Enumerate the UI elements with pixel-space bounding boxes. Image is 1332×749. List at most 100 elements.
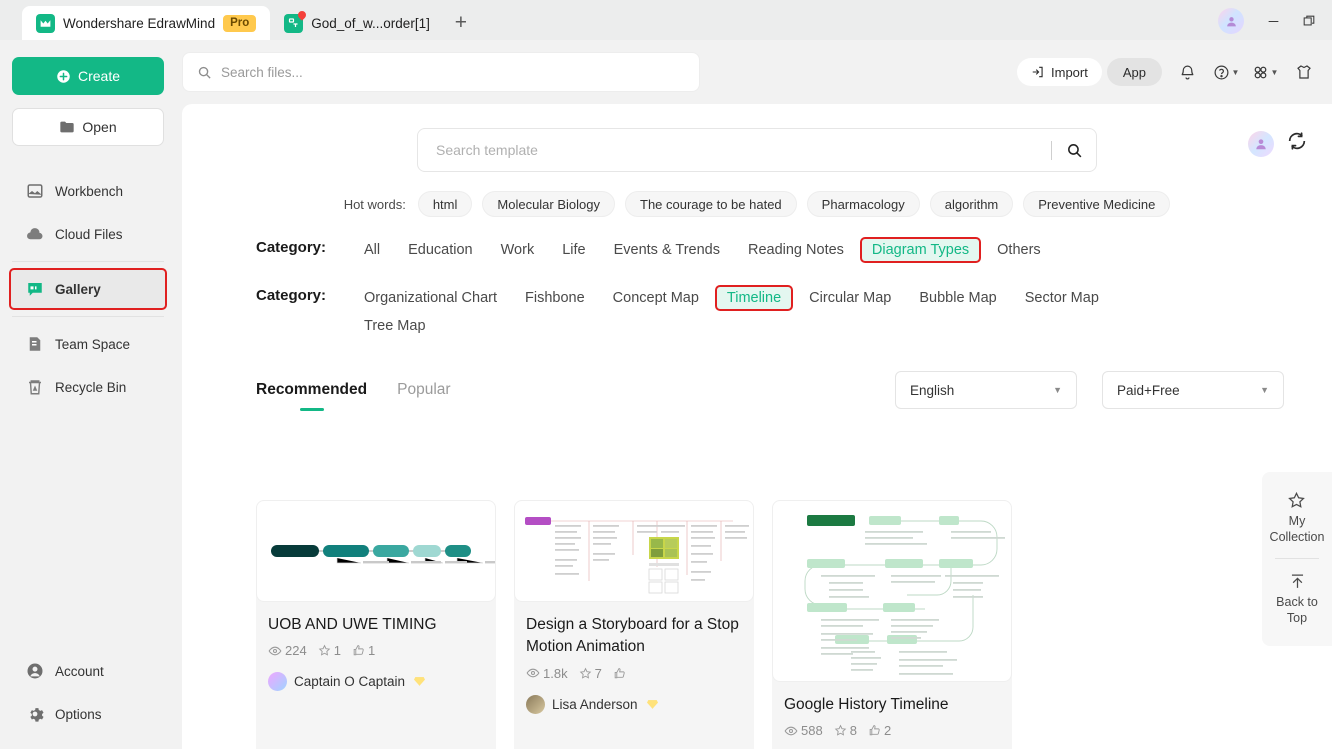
hot-word-chip[interactable]: The courage to be hated (625, 191, 797, 217)
help-icon[interactable]: ▼ (1212, 58, 1240, 86)
category-item-concept-map[interactable]: Concept Map (603, 287, 709, 309)
refresh-icon[interactable] (1286, 130, 1308, 157)
hot-word-chip[interactable]: algorithm (929, 191, 1014, 217)
category-item-organizational-chart[interactable]: Organizational Chart (354, 287, 507, 309)
template-author[interactable]: Captain O Captain (268, 672, 484, 692)
gallery-panel: Search template Hot words: html Molecula… (182, 104, 1332, 749)
views-stat: 224 (268, 643, 307, 658)
sidebar-item-cloud-files[interactable]: Cloud Files (10, 214, 166, 254)
views-count: 588 (801, 723, 823, 739)
sidebar-item-label: Recycle Bin (55, 379, 127, 395)
likes-stat: 1 (352, 643, 375, 658)
tab-recommended[interactable]: Recommended (256, 381, 367, 399)
eye-icon (784, 726, 798, 736)
template-stats: 224 1 1 (268, 643, 484, 658)
template-thumbnail[interactable] (772, 500, 1012, 682)
category-item-diagram-types[interactable]: Diagram Types (859, 237, 982, 263)
browser-tab-document[interactable]: God_of_w...order[1] (270, 6, 444, 40)
template-card[interactable]: Google History Timeline 588 8 2 (772, 500, 1012, 749)
hot-word-chip[interactable]: Molecular Biology (482, 191, 615, 217)
hot-word-chip[interactable]: Preventive Medicine (1023, 191, 1171, 217)
sidebar-item-workbench[interactable]: Workbench (10, 171, 166, 211)
stars-stat: 7 (579, 666, 602, 681)
category-item-timeline[interactable]: Timeline (714, 285, 794, 311)
shirt-icon[interactable] (1290, 58, 1318, 86)
price-select-value: Paid+Free (1117, 382, 1180, 398)
import-button[interactable]: Import (1017, 58, 1102, 86)
hot-word-chip[interactable]: html (417, 191, 473, 217)
tab-popular[interactable]: Popular (397, 381, 450, 399)
search-icon (198, 66, 211, 79)
hot-word-chip[interactable]: Pharmacology (806, 191, 920, 217)
category-primary-row: Category: All Education Work Life Events… (256, 217, 1332, 267)
pro-badge: Pro (223, 14, 257, 32)
category-item-tree-map[interactable]: Tree Map (354, 315, 1176, 337)
category-item-education[interactable]: Education (398, 239, 483, 261)
template-thumbnail[interactable] (514, 500, 754, 602)
sidebar-item-team-space[interactable]: Team Space (10, 324, 166, 364)
views-count: 224 (285, 643, 307, 659)
template-stats: 1.8k 7 (526, 666, 742, 681)
titlebar: Wondershare EdrawMind Pro God_of_w...ord… (0, 0, 1332, 40)
create-button[interactable]: Create (12, 57, 164, 95)
my-collection-label-1: My (1288, 514, 1306, 528)
template-search-placeholder: Search template (436, 142, 538, 158)
sidebar-item-account[interactable]: Account (10, 651, 166, 691)
avatar (526, 694, 545, 714)
template-title: Google History Timeline (784, 696, 949, 713)
grid-apps-icon[interactable]: ▼ (1251, 58, 1279, 86)
category-primary-items: All Education Work Life Events & Trends … (354, 237, 1059, 267)
sidebar-item-recycle-bin[interactable]: Recycle Bin (10, 367, 166, 407)
stars-count: 7 (594, 665, 602, 681)
sidebar-item-options[interactable]: Options (10, 694, 166, 734)
back-to-top-label-2: Top (1286, 610, 1308, 625)
template-search-input[interactable]: Search template (417, 128, 1097, 172)
avatar (268, 672, 287, 692)
category-item-events-trends[interactable]: Events & Trends (604, 239, 730, 261)
back-to-top-button[interactable]: Back to Top (1276, 563, 1318, 635)
template-card-body: UOB AND UWE TIMING 224 1 1 Captain O Cap… (256, 602, 496, 705)
new-tab-button[interactable]: + (444, 6, 478, 40)
stars-count: 8 (849, 723, 857, 739)
search-files-placeholder: Search files... (221, 64, 303, 80)
language-select[interactable]: English ▼ (895, 371, 1077, 409)
restore-button[interactable] (1292, 6, 1326, 36)
bell-icon[interactable] (1173, 58, 1201, 86)
search-files-input[interactable]: Search files... (182, 52, 700, 92)
category-item-sector-map[interactable]: Sector Map (1015, 287, 1109, 309)
open-button[interactable]: Open (12, 108, 164, 146)
my-collection-button[interactable]: My Collection (1269, 482, 1325, 554)
sidebar-item-gallery[interactable]: Gallery (9, 268, 167, 310)
template-card[interactable]: UOB AND UWE TIMING 224 1 1 Captain O Cap… (256, 500, 496, 749)
eye-icon (268, 646, 282, 656)
category-item-work[interactable]: Work (491, 239, 545, 261)
sidebar-item-label: Gallery (55, 281, 101, 297)
template-card[interactable]: Design a Storyboard for a Stop Motion An… (514, 500, 754, 749)
template-author[interactable]: Lisa Anderson (526, 694, 742, 714)
tab-label: God_of_w...order[1] (311, 15, 430, 31)
browser-tab-edrawmind[interactable]: Wondershare EdrawMind Pro (22, 6, 271, 40)
stars-stat: 8 (834, 723, 857, 738)
template-title: Design a Storyboard for a Stop Motion An… (526, 616, 739, 656)
my-collection-label-2: Collection (1269, 529, 1325, 544)
profile-avatar[interactable] (1248, 130, 1274, 157)
category-item-reading-notes[interactable]: Reading Notes (738, 239, 854, 261)
star-icon (1288, 491, 1306, 508)
open-label: Open (82, 119, 117, 135)
category-item-life[interactable]: Life (552, 239, 595, 261)
template-search-button[interactable] (1052, 142, 1096, 159)
stars-count: 1 (333, 643, 341, 659)
category-item-circular-map[interactable]: Circular Map (799, 287, 901, 309)
category-item-fishbone[interactable]: Fishbone (515, 287, 595, 309)
category-item-others[interactable]: Others (987, 239, 1051, 261)
category-item-bubble-map[interactable]: Bubble Map (909, 287, 1006, 309)
hot-words-label: Hot words: (343, 196, 406, 212)
app-button[interactable]: App (1106, 58, 1162, 86)
tab-label: Wondershare EdrawMind (63, 15, 216, 31)
main-area: Search files... Import App ▼ ▼ Search te… (176, 40, 1332, 749)
user-avatar[interactable] (1218, 8, 1244, 34)
price-select[interactable]: Paid+Free ▼ (1102, 371, 1284, 409)
minimize-button[interactable] (1256, 6, 1290, 36)
category-item-all[interactable]: All (354, 239, 390, 261)
template-thumbnail[interactable] (256, 500, 496, 602)
